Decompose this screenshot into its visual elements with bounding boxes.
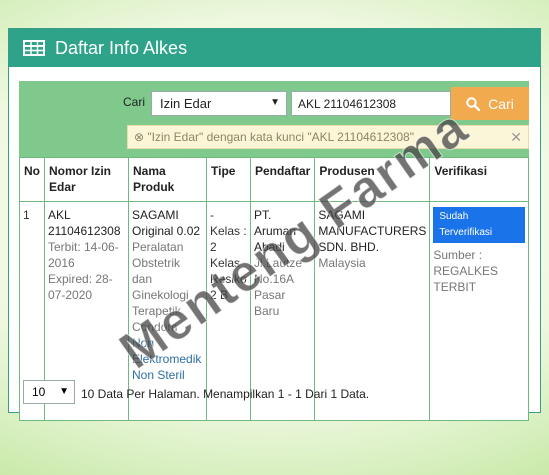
product-name: SAGAMI Original 0.02 <box>132 208 201 238</box>
active-filter-note: ⊗ "Izin Edar" dengan kata kunci "AKL 211… <box>127 125 529 149</box>
product-category-link[interactable]: Non Elektromedik Non Steril <box>132 335 203 383</box>
pagination-footer: 10 ▼ 10 Data Per Halaman. Menampilkan 1 … <box>19 377 529 404</box>
panel-header: Daftar Info Alkes <box>9 29 540 67</box>
clear-circle-icon[interactable]: ⊗ <box>134 130 144 144</box>
page-title: Daftar Info Alkes <box>55 37 188 58</box>
produsen-name: SAGAMI MANUFACTURERS SDN. BHD. <box>318 208 427 254</box>
caret-down-icon: ▼ <box>270 97 280 108</box>
keyword-input[interactable] <box>291 91 451 116</box>
col-header-produk: Nama Produk <box>128 157 207 202</box>
status-badge: Sudah Terverifikasi <box>433 207 525 243</box>
per-page-value: 10 <box>32 385 46 399</box>
produsen-country: Malaysia <box>318 256 366 270</box>
search-type-select[interactable]: Izin Edar ▼ <box>151 91 287 116</box>
alkes-panel: Daftar Info Alkes Cari Izin Edar ▼ Cari … <box>8 28 541 421</box>
izin-expired: Expired: 28-07-2020 <box>48 272 113 302</box>
search-type-value: Izin Edar <box>160 96 212 111</box>
caret-down-icon: ▼ <box>59 386 69 397</box>
verifikasi-source: Sumber : REGALKES TERBIT <box>433 248 499 294</box>
filter-note-text: "Izin Edar" dengan kata kunci "AKL 21104… <box>147 130 414 144</box>
pendaftar-address: Jl.Lautze No.16A Pasar Baru <box>254 256 303 318</box>
izin-number: AKL 21104612308 <box>48 208 121 238</box>
search-icon <box>466 96 481 111</box>
col-header-produsen: Produsen <box>314 157 431 202</box>
table-icon <box>23 40 45 56</box>
panel-body: Cari Izin Edar ▼ Cari ⊗ "Izin Edar" deng… <box>19 81 529 421</box>
per-page-select[interactable]: 10 ▼ <box>23 380 75 404</box>
col-header-verifikasi: Verifikasi <box>429 157 529 202</box>
close-icon[interactable]: ✕ <box>510 129 522 146</box>
search-button-label: Cari <box>488 95 514 112</box>
col-header-pendaftar: Pendaftar <box>249 157 316 202</box>
pendaftar-name: PT. Aruman Abadi <box>254 208 297 254</box>
pagination-summary: 10 Data Per Halaman. Menampilkan 1 - 1 D… <box>81 387 370 401</box>
search-label: Cari <box>123 95 146 109</box>
table-header-row: No Nomor Izin Edar Nama Produk Tipe Pend… <box>19 157 529 202</box>
search-button[interactable]: Cari <box>451 87 529 120</box>
col-header-no: No <box>19 157 45 202</box>
search-row: Cari Izin Edar ▼ Cari <box>19 85 529 120</box>
col-header-izin: Nomor Izin Edar <box>44 157 129 202</box>
izin-terbit: Terbit: 14-06-2016 <box>48 240 119 270</box>
col-header-tipe: Tipe <box>206 157 251 202</box>
product-desc: Peralatan Obstetrik dan Ginekologi Terap… <box>132 240 189 334</box>
